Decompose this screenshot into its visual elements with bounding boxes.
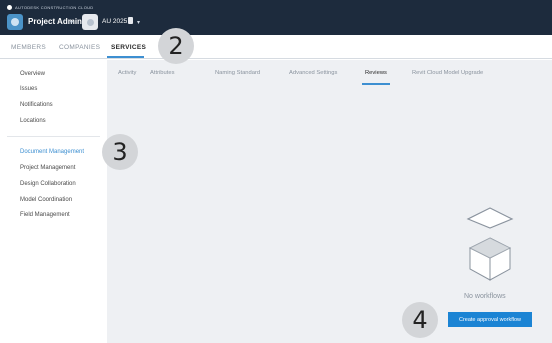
subtab-attributes[interactable]: Attributes [150,70,175,76]
autodesk-logo-icon [7,4,12,10]
sidebar-item-notifications[interactable]: Notifications [20,102,53,108]
chevron-down-icon[interactable]: ▾ [70,19,73,26]
subtab-revit-cloud-model-upgrade[interactable]: Revit Cloud Model Upgrade [412,70,483,76]
sidebar-item-locations[interactable]: Locations [20,118,46,124]
callout-marker: 4 [402,302,438,338]
create-approval-workflow-button[interactable]: Create approval workflow [448,312,532,327]
subtab-active-indicator [362,83,390,85]
empty-state-text: No workflows [464,293,506,300]
callout-marker: 2 [158,28,194,64]
callout-marker: 3 [102,134,138,170]
tab-services[interactable]: SERVICES [111,44,146,51]
tab-members[interactable]: MEMBERS [11,44,46,51]
subtab-reviews[interactable]: Reviews [365,70,387,76]
sidebar-item-project-management[interactable]: Project Management [20,165,75,171]
project-name[interactable]: AU 2025 [102,18,127,25]
app-title[interactable]: Project Admin [28,17,82,26]
empty-box-icon [466,207,514,281]
brand: AUTODESK CONSTRUCTION CLOUD [7,4,93,10]
subtab-activity[interactable]: Activity [118,70,136,76]
sidebar-item-document-management[interactable]: Document Management [20,149,84,155]
document-icon[interactable] [128,17,133,24]
top-bar: AUTODESK CONSTRUCTION CLOUD Project Admi… [0,0,552,35]
product-icon[interactable] [7,14,23,30]
project-chevron-down-icon[interactable]: ▾ [137,19,140,26]
sidebar-item-field-management[interactable]: Field Management [20,212,70,218]
subtab-advanced-settings[interactable]: Advanced Settings [289,70,337,76]
subtab-naming-standard[interactable]: Naming Standard [215,70,260,76]
sidebar-item-design-collaboration[interactable]: Design Collaboration [20,181,76,187]
sidebar-divider [7,136,100,137]
sidebar-item-model-coordination[interactable]: Model Coordination [20,197,72,203]
tab-active-indicator [107,56,144,58]
project-thumbnail-icon[interactable] [82,14,98,30]
main-content [107,60,552,343]
sidebar-item-issues[interactable]: Issues [20,86,37,92]
sidebar-item-overview[interactable]: Overview [20,71,45,77]
top-tabs: MEMBERS COMPANIES SERVICES [0,35,552,59]
brand-text: AUTODESK CONSTRUCTION CLOUD [15,4,94,10]
tab-companies[interactable]: COMPANIES [59,44,100,51]
